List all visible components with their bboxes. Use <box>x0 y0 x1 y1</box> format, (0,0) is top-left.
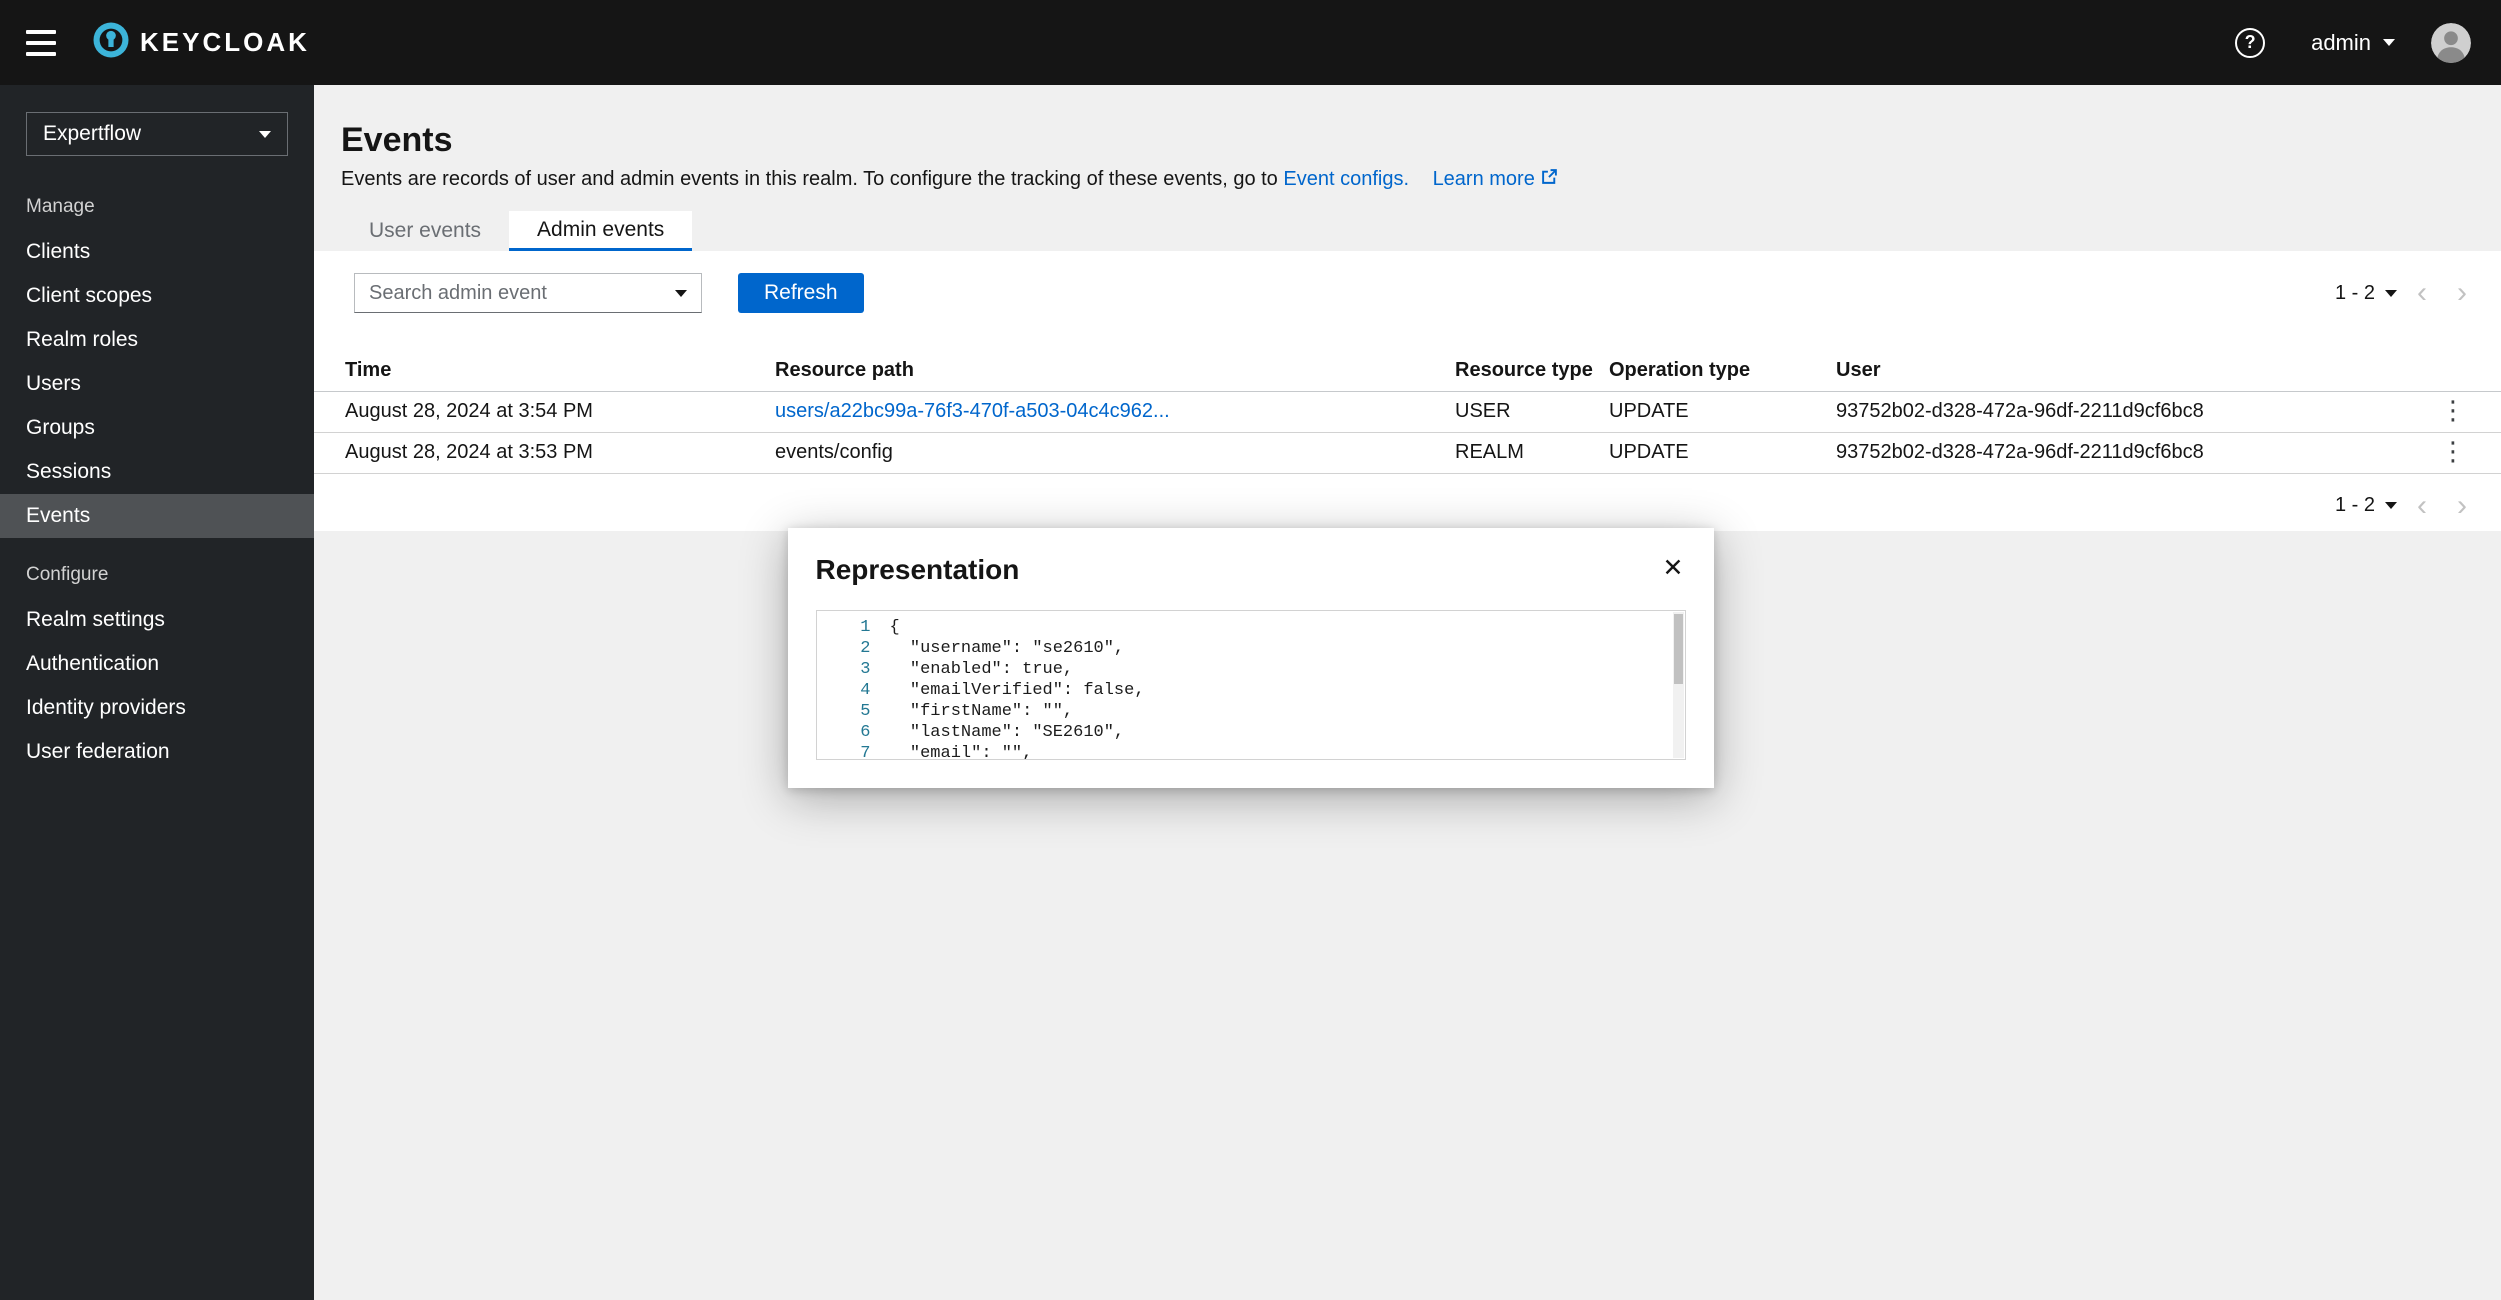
nav-section-label: Manage <box>0 170 314 230</box>
sidebar-item-sessions[interactable]: Sessions <box>0 450 314 494</box>
sidebar-item-users[interactable]: Users <box>0 362 314 406</box>
hamburger-menu-icon[interactable] <box>26 30 60 56</box>
sidebar-item-realm-settings[interactable]: Realm settings <box>0 598 314 642</box>
learn-more-link[interactable]: Learn more <box>1433 168 1558 191</box>
nav-section-manage: Manage Clients Client scopes Realm roles… <box>0 170 314 538</box>
code-scrollbar[interactable] <box>1673 612 1684 758</box>
sidebar-item-client-scopes[interactable]: Client scopes <box>0 274 314 318</box>
code-line: "username": "se2610", <box>890 638 1145 659</box>
scrollbar-thumb[interactable] <box>1674 614 1683 684</box>
operation-type: UPDATE <box>1609 432 1836 473</box>
row-actions-kebab-icon[interactable]: ⋮ <box>2440 398 2466 424</box>
table-row: August 28, 2024 at 3:53 PM events/config… <box>314 432 2501 473</box>
pagination-bottom: 1 - 2 ‹ › <box>314 474 2501 521</box>
sidebar: Expertflow Manage Clients Client scopes … <box>0 85 314 1300</box>
code-line: "firstName": "", <box>890 701 1145 722</box>
search-admin-event-dropdown[interactable]: Search admin event <box>354 273 702 313</box>
realm-selector[interactable]: Expertflow <box>26 112 288 156</box>
event-time: August 28, 2024 at 3:53 PM <box>314 432 775 473</box>
modal-title: Representation <box>816 554 1020 586</box>
avatar[interactable] <box>2431 23 2471 63</box>
resource-path-link[interactable]: users/a22bc99a-76f3-470f-a503-04c4c962..… <box>775 400 1170 422</box>
event-configs-link[interactable]: Event configs. <box>1283 168 1409 190</box>
chevron-down-icon <box>2385 502 2397 509</box>
modal-header: Representation ✕ <box>788 528 1714 586</box>
event-user: 93752b02-d328-472a-96df-2211d9cf6bc8 <box>1836 432 2440 473</box>
code-content: { "username": "se2610", "enabled": true,… <box>871 617 1145 759</box>
prev-page-button[interactable]: ‹ <box>2407 491 2437 521</box>
sidebar-item-clients[interactable]: Clients <box>0 230 314 274</box>
realm-name: Expertflow <box>43 122 141 146</box>
chevron-down-icon <box>2383 39 2395 46</box>
column-resource-type: Resource type <box>1455 350 1609 391</box>
operation-type: UPDATE <box>1609 391 1836 432</box>
event-time: August 28, 2024 at 3:54 PM <box>314 391 775 432</box>
representation-code-editor[interactable]: 1 2 3 4 5 6 7 { "username": "se2610", "e… <box>816 610 1686 760</box>
table-header-row: Time Resource path Resource type Operati… <box>314 350 2501 391</box>
events-tabs: User events Admin events <box>341 211 2501 251</box>
toolbar: Search admin event Refresh 1 - 2 ‹ › <box>314 251 2501 313</box>
column-user: User <box>1836 350 2440 391</box>
representation-modal: Representation ✕ 1 2 3 4 5 6 7 { "userna… <box>788 528 1714 788</box>
next-page-button[interactable]: › <box>2447 491 2477 521</box>
brand-text: KEYCLOAK <box>140 27 310 58</box>
code-line: "emailVerified": false, <box>890 680 1145 701</box>
code-line: "lastName": "SE2610", <box>890 722 1145 743</box>
sidebar-item-events[interactable]: Events <box>0 494 314 538</box>
user-menu-dropdown[interactable]: admin <box>2311 30 2395 56</box>
code-line: "email": "", <box>890 743 1145 760</box>
pagination-range-dropdown[interactable]: 1 - 2 <box>2335 282 2397 305</box>
admin-events-panel: Search admin event Refresh 1 - 2 ‹ › <box>314 251 2501 531</box>
code-line: "enabled": true, <box>890 659 1145 680</box>
close-icon[interactable]: ✕ <box>1661 554 1686 583</box>
tab-admin-events[interactable]: Admin events <box>509 211 692 251</box>
resource-path: events/config <box>775 432 1455 473</box>
column-time: Time <box>314 350 775 391</box>
sidebar-item-user-federation[interactable]: User federation <box>0 730 314 774</box>
username-label: admin <box>2311 30 2371 56</box>
pagination-range-dropdown[interactable]: 1 - 2 <box>2335 494 2397 517</box>
nav-section-label: Configure <box>0 538 314 598</box>
line-numbers-gutter: 1 2 3 4 5 6 7 <box>817 617 871 759</box>
page-header: Events Events are records of user and ad… <box>314 85 2501 191</box>
keycloak-logo: KEYCLOAK <box>90 19 310 66</box>
sidebar-item-groups[interactable]: Groups <box>0 406 314 450</box>
sidebar-item-authentication[interactable]: Authentication <box>0 642 314 686</box>
resource-type: USER <box>1455 391 1609 432</box>
column-resource-path: Resource path <box>775 350 1455 391</box>
page-description: Events are records of user and admin eve… <box>341 168 2474 191</box>
chevron-down-icon <box>2385 290 2397 297</box>
refresh-button[interactable]: Refresh <box>738 273 864 313</box>
event-user: 93752b02-d328-472a-96df-2211d9cf6bc8 <box>1836 391 2440 432</box>
pagination-top: 1 - 2 ‹ › <box>2335 278 2477 308</box>
tab-user-events[interactable]: User events <box>341 211 509 251</box>
keycloak-admin-console: KEYCLOAK ? admin Expertflow Manage Clien… <box>0 0 2501 1300</box>
column-operation-type: Operation type <box>1609 350 1836 391</box>
external-link-icon <box>1541 168 1558 191</box>
prev-page-button[interactable]: ‹ <box>2407 278 2437 308</box>
keycloak-logo-icon <box>90 19 132 66</box>
row-actions-kebab-icon[interactable]: ⋮ <box>2440 439 2466 465</box>
sidebar-item-realm-roles[interactable]: Realm roles <box>0 318 314 362</box>
resource-type: REALM <box>1455 432 1609 473</box>
topbar: KEYCLOAK ? admin <box>0 0 2501 85</box>
page-title: Events <box>341 120 2474 160</box>
chevron-down-icon <box>259 131 271 138</box>
modal-body: 1 2 3 4 5 6 7 { "username": "se2610", "e… <box>788 586 1714 788</box>
nav-section-configure: Configure Realm settings Authentication … <box>0 538 314 774</box>
sidebar-item-identity-providers[interactable]: Identity providers <box>0 686 314 730</box>
chevron-down-icon <box>675 290 687 297</box>
table-row: August 28, 2024 at 3:54 PM users/a22bc99… <box>314 391 2501 432</box>
admin-events-table: Time Resource path Resource type Operati… <box>314 350 2501 474</box>
help-icon[interactable]: ? <box>2235 28 2265 58</box>
code-line: { <box>890 617 1145 638</box>
next-page-button[interactable]: › <box>2447 278 2477 308</box>
